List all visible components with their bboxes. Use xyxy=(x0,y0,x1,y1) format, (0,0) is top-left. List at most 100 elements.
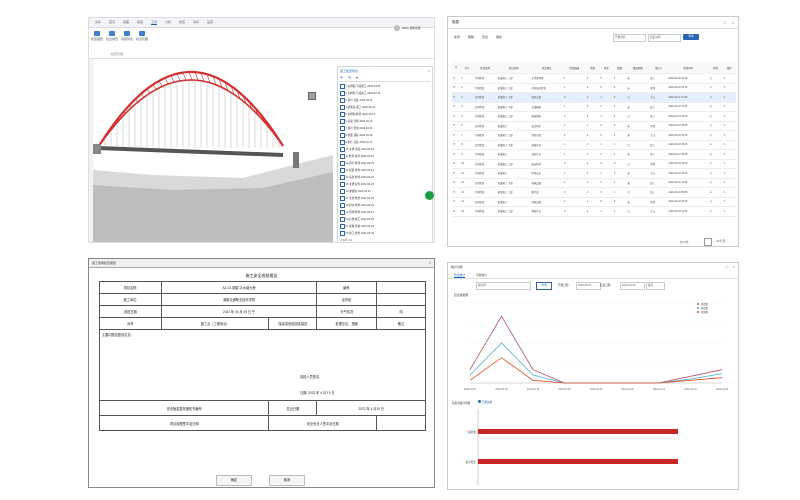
tree-row[interactable]: 20 标线 施工 2022.04.28 xyxy=(340,217,430,223)
edit-icon[interactable]: ✎ xyxy=(722,130,736,141)
refresh-icon[interactable]: ⟳ xyxy=(348,75,351,80)
toolbar-button-3[interactable]: 刷新 xyxy=(496,35,502,39)
pager-size[interactable]: 20条/页 xyxy=(716,239,725,243)
column-header[interactable]: 检查类型 xyxy=(473,62,497,74)
tree-row[interactable]: 17 支座 检查 2022.04.25 xyxy=(340,196,430,202)
attachment-icon[interactable]: ⎘ xyxy=(709,121,723,131)
column-header[interactable]: 隐患描述 xyxy=(562,62,586,74)
end-date-field[interactable]: 2022-04-30 xyxy=(620,282,645,290)
assistant-button[interactable] xyxy=(425,191,434,200)
attachment-icon[interactable]: ⎘ xyxy=(709,149,723,160)
checkbox-icon[interactable] xyxy=(340,84,345,89)
table-row[interactable]: ☐ 9 专项检查 桥梁施工 高处作业 1 1 0 1 未张三 2022-04-17 09:35 ⎘ ✎ xyxy=(452,149,736,160)
checkbox-icon[interactable] xyxy=(340,196,345,201)
column-header[interactable]: 操作 xyxy=(722,62,736,74)
cancel-button[interactable]: 取消 xyxy=(269,475,305,486)
confirm-button[interactable]: 确定 xyxy=(216,475,252,486)
attachment-icon[interactable]: ⎘ xyxy=(709,178,723,188)
tab-4[interactable]: 工具 xyxy=(151,20,158,25)
edit-icon[interactable]: ✎ xyxy=(722,140,736,150)
project-value[interactable]: AZ-02-钢梁-青水塘大桥 xyxy=(160,281,318,294)
table-row[interactable]: ☐ 5 专项检查 桥梁施工 上部 桥面钢筋 3 2 1 1 已张三 2022-04-13 16:40… xyxy=(452,111,736,122)
row-checkbox[interactable]: ☐ xyxy=(452,111,461,122)
issue-date-value[interactable]: 2022 年 4 月10 日 xyxy=(316,400,426,416)
checkbox-icon[interactable] xyxy=(340,210,345,215)
row-checkbox[interactable]: ☐ xyxy=(452,140,461,150)
date-value[interactable]: 2022 年 04 月 09 日 午 xyxy=(160,305,318,318)
ribbon-button-0[interactable]: 检查报告 xyxy=(91,31,103,41)
table-row[interactable]: ☐ 11 专项检查 桥梁施工 用电安全 1 3 1 2 未王五 2022-04-19 10:45 ⎘ ✎ xyxy=(452,168,736,179)
tab-7[interactable]: 协同 xyxy=(193,20,199,24)
attachment-icon[interactable]: ⎘ xyxy=(709,102,723,112)
add-icon[interactable]: + xyxy=(340,75,343,81)
table-row[interactable]: ☐ 14 日常检查 桥梁施工 消防设施 1 1 0 0 未李四 2022-04-22 16:15 ⎘ ✎ xyxy=(452,197,736,207)
user-badge[interactable]: admin 湖南交通 xyxy=(394,24,434,33)
tree-pager[interactable]: 共22条 1/1 xyxy=(340,238,352,242)
column-header[interactable]: 附件 xyxy=(709,62,723,74)
close-icon[interactable]: × xyxy=(733,264,735,269)
granularity-select[interactable]: 按月 xyxy=(646,282,665,290)
edit-icon[interactable]: ✎ xyxy=(722,168,736,179)
tab-2[interactable]: 视图 xyxy=(123,20,129,24)
column-header[interactable]: 状态 xyxy=(599,62,613,74)
row-checkbox[interactable]: ☐ xyxy=(452,178,461,188)
tree-row[interactable]: 12 吊杆 检查 2022.04.20 xyxy=(340,161,430,167)
tree-close-icon[interactable]: × xyxy=(428,68,430,73)
tab-6[interactable]: 检查 xyxy=(179,20,185,24)
attachment-icon[interactable]: ⎘ xyxy=(709,206,723,217)
checkbox-icon[interactable] xyxy=(340,91,345,96)
tree-row[interactable]: 22 竣工 检查 2022.04.30 xyxy=(340,231,430,237)
select-all-checkbox[interactable]: ☐ xyxy=(452,62,461,74)
maximize-icon[interactable]: □ xyxy=(726,264,728,269)
tree-row[interactable]: 8 桥面 铺装 2022.04.16 xyxy=(340,133,430,139)
code-value[interactable] xyxy=(376,281,426,294)
tree-row[interactable]: 7 吊杆 张拉 2022.04.15 xyxy=(340,126,430,132)
column-header[interactable]: 项目名称 xyxy=(496,62,531,74)
attachment-icon[interactable]: ⎘ xyxy=(709,197,723,207)
checkbox-icon[interactable] xyxy=(340,224,345,229)
edit-icon[interactable]: ✎ xyxy=(722,187,736,198)
tree-row[interactable]: 21 验收 准备 2022.04.29 xyxy=(340,224,430,230)
table-row[interactable]: ☐ 8 日常检查 桥梁施工 下部 基础开挖 1 2 1 1 已赵六 2022-04-16 15:25… xyxy=(452,140,736,150)
row-checkbox[interactable]: ☐ xyxy=(452,83,461,93)
start-date-field[interactable]: 开始时间 xyxy=(613,34,646,42)
attachment-icon[interactable]: ⎘ xyxy=(709,83,723,93)
checkbox-icon[interactable] xyxy=(340,119,345,124)
attachment-icon[interactable]: ⎘ xyxy=(709,111,723,122)
checkbox-icon[interactable] xyxy=(340,154,345,159)
checkbox-icon[interactable] xyxy=(340,168,345,173)
toolbar-button-1[interactable]: 删除 xyxy=(468,35,474,39)
unit-value[interactable]: 湖南交通职业技术学院 xyxy=(160,293,318,306)
checkbox-icon[interactable] xyxy=(340,133,345,138)
tab-0[interactable]: 文件 xyxy=(95,20,101,24)
edit-icon[interactable]: ✎ xyxy=(722,73,736,84)
range-type-select[interactable]: 按时间 xyxy=(476,282,531,290)
tree-row[interactable]: 14 系梁 检查 2022.04.22 xyxy=(340,175,430,181)
checkbox-icon[interactable] xyxy=(340,231,345,236)
edit-icon[interactable]: ✎ xyxy=(722,206,736,217)
checkbox-icon[interactable] xyxy=(340,189,345,194)
attachment-icon[interactable]: ⎘ xyxy=(709,92,723,103)
table-row[interactable]: ☐ 2 专项检查 桥梁施工 上部 吊杆张拉检查 1 2 0 1 未李四 2022-04-10 09:… xyxy=(452,83,736,93)
attachment-icon[interactable]: ⎘ xyxy=(709,159,723,169)
ribbon-button-3[interactable]: 视点管理 xyxy=(136,31,148,41)
ribbon-button-1[interactable]: 隐患排查 xyxy=(106,31,118,41)
tree-row[interactable]: 1 主拱肋 节段施工 2022.04.09 xyxy=(340,84,430,90)
tree-row[interactable]: 11 检查 复查 2022.04.19 xyxy=(340,154,430,160)
column-header[interactable]: 检查时间 xyxy=(667,62,710,74)
attachment-icon[interactable]: ⎘ xyxy=(709,73,723,84)
edit-icon[interactable]: ✎ xyxy=(722,149,736,160)
tree-row[interactable]: 19 照明 检查 2022.04.27 xyxy=(340,210,430,216)
attachment-icon[interactable]: ⎘ xyxy=(709,130,723,141)
row-checkbox[interactable]: ☐ xyxy=(452,130,461,141)
row-checkbox[interactable]: ☐ xyxy=(452,159,461,169)
table-row[interactable]: ☐ 1 专项检查 桥梁施工 上部 主拱肋焊缝 1 3 0 2 未张三 2022-04-09 10:2… xyxy=(452,73,736,84)
tree-row[interactable]: 9 护栏 安装 2022.04.17 xyxy=(340,140,430,146)
checkbox-icon[interactable] xyxy=(340,112,345,117)
row-checkbox[interactable]: ☐ xyxy=(452,149,461,160)
edit-icon[interactable]: ✎ xyxy=(722,178,736,188)
tree-row[interactable]: 2 主拱肋 节段施工 2022.04.10 xyxy=(340,91,430,97)
close-icon[interactable]: × xyxy=(732,20,734,25)
checkbox-icon[interactable] xyxy=(340,98,345,103)
toolbar-button-0[interactable]: 新增 xyxy=(454,35,460,39)
